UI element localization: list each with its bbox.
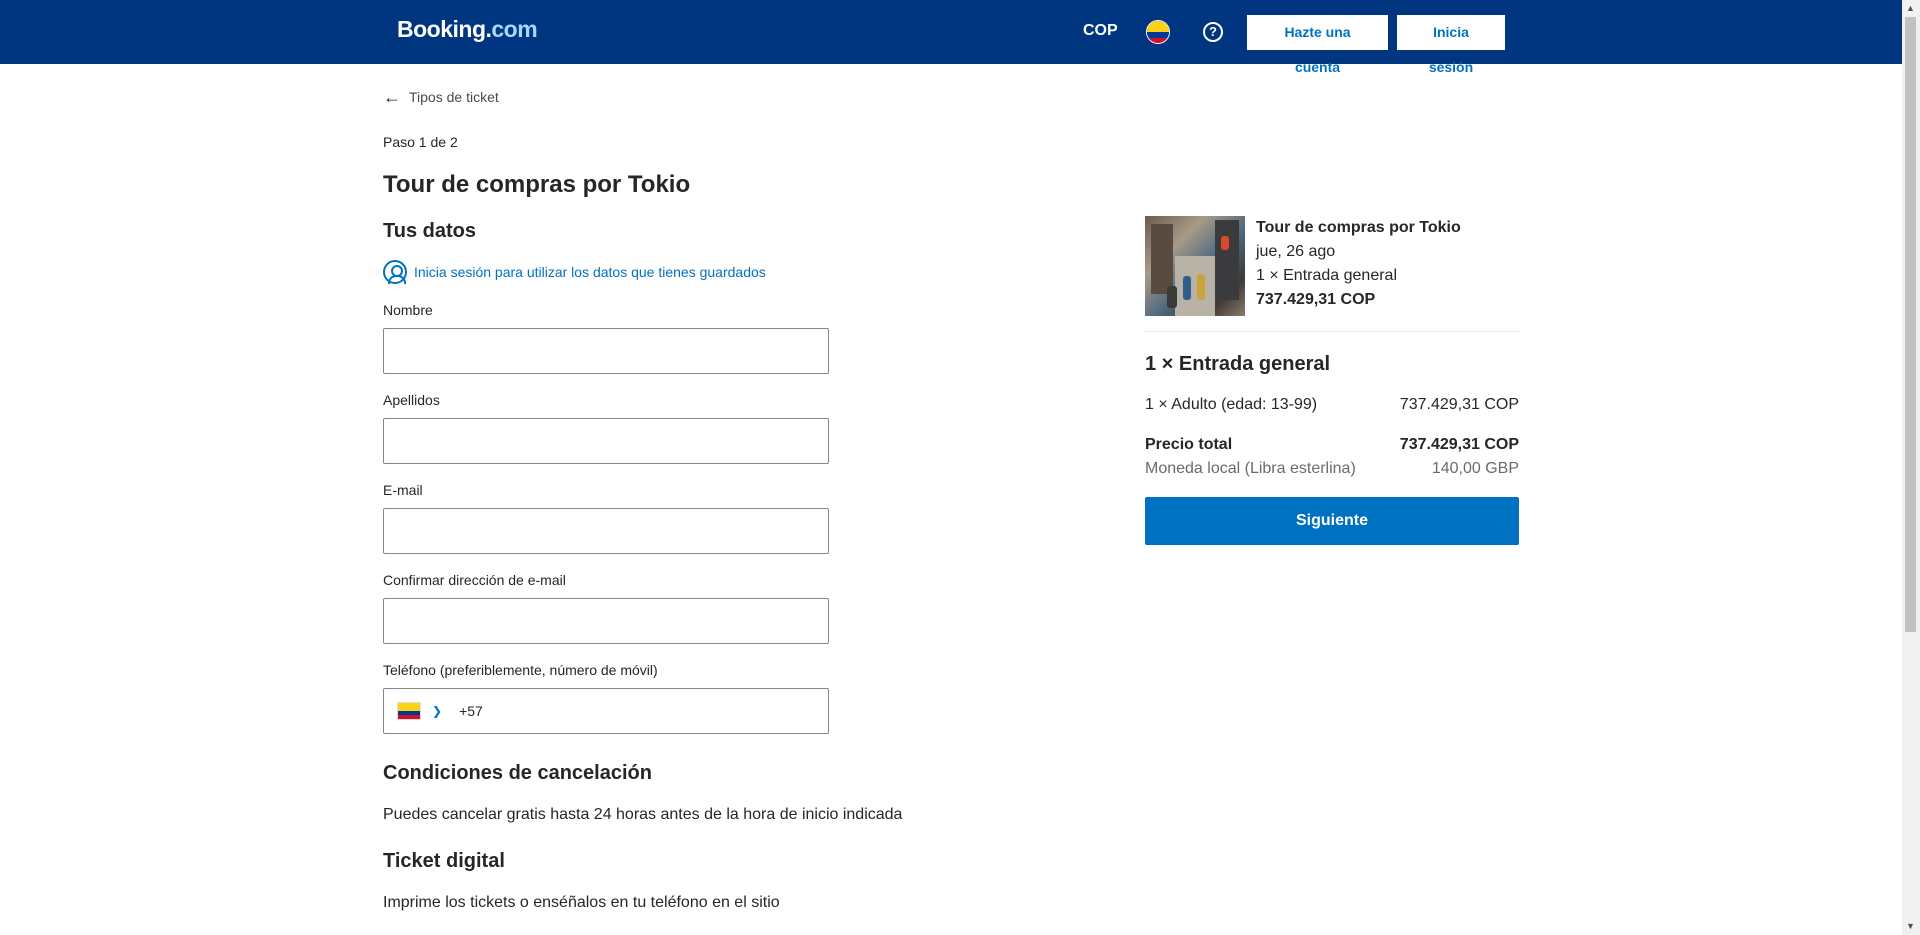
total-value: 737.429,31 COP [1399, 436, 1519, 453]
signin-saved-data-label: Inicia sesión para utilizar los datos qu… [414, 264, 766, 280]
local-currency-row: Moneda local (Libra esterlina) 140,00 GB… [1145, 460, 1519, 478]
colombia-flag-icon[interactable] [397, 702, 421, 720]
phone-field[interactable]: ❯ +57 [383, 688, 829, 734]
chevron-down-icon[interactable]: ❯ [432, 704, 442, 718]
local-currency-label: Moneda local (Libra esterlina) [1145, 460, 1356, 477]
register-button[interactable]: Hazte una cuenta [1247, 15, 1388, 75]
question-circle-icon[interactable]: ? [1203, 22, 1223, 42]
signin-saved-data-link[interactable]: Inicia sesión para utilizar los datos qu… [383, 260, 766, 284]
digital-ticket-title: Ticket digital [383, 850, 505, 872]
ticket-heading: 1 × Entrada general [1145, 353, 1331, 375]
summary-ticket-line: 1 × Entrada general [1256, 267, 1397, 284]
first-name-field[interactable] [383, 328, 829, 374]
last-name-label: Apellidos [383, 392, 440, 408]
tour-thumbnail [1145, 216, 1245, 316]
adult-price: 737.429,31 COP [1399, 396, 1519, 413]
logo-com: com [491, 16, 538, 42]
top-header: Booking.com COP ? Hazte una cuenta Inici… [0, 0, 1902, 75]
logo-text: Booking [397, 16, 486, 42]
step-indicator: Paso 1 de 2 [383, 134, 458, 150]
phone-country-code: +57 [459, 703, 483, 719]
scrollbar-thumb[interactable] [1905, 17, 1916, 632]
digital-ticket-text: Imprime los tickets o enséñalos en tu te… [383, 894, 780, 911]
summary-price: 737.429,31 COP [1256, 291, 1376, 308]
arrow-left-icon: ← [383, 87, 401, 107]
next-button[interactable]: Siguiente [1145, 497, 1519, 545]
colombia-flag-icon[interactable] [1146, 20, 1170, 44]
adult-label: 1 × Adulto (edad: 13-99) [1145, 396, 1318, 413]
last-name-field[interactable] [383, 418, 829, 464]
confirm-email-field[interactable] [383, 598, 829, 644]
phone-label: Teléfono (preferiblemente, número de móv… [383, 662, 658, 678]
cancellation-text: Puedes cancelar gratis hasta 24 horas an… [383, 806, 903, 823]
currency-selector[interactable]: COP [1083, 22, 1118, 40]
email-label: E-mail [383, 482, 423, 498]
scroll-up-icon[interactable]: ▲ [1906, 3, 1915, 13]
adult-price-row: 1 × Adulto (edad: 13-99) 737.429,31 COP [1145, 396, 1519, 414]
summary-date: jue, 26 ago [1256, 243, 1336, 260]
cancellation-title: Condiciones de cancelación [383, 762, 652, 784]
local-currency-value: 140,00 GBP [1431, 460, 1519, 477]
email-field[interactable] [383, 508, 829, 554]
section-title-details: Tus datos [383, 220, 476, 242]
back-link-label: Tipos de ticket [409, 89, 499, 105]
summary-title: Tour de compras por Tokio [1256, 219, 1461, 236]
total-price-row: Precio total 737.429,31 COP [1145, 436, 1519, 454]
scroll-down-icon[interactable]: ▼ [1906, 921, 1915, 931]
back-link[interactable]: ← Tipos de ticket [383, 87, 499, 107]
user-circle-icon [383, 260, 407, 284]
booking-logo[interactable]: Booking.com [397, 16, 538, 43]
total-label: Precio total [1145, 436, 1233, 453]
summary-divider [1145, 331, 1519, 332]
confirm-email-label: Confirmar dirección de e-mail [383, 572, 566, 588]
page-title: Tour de compras por Tokio [383, 171, 691, 198]
login-button[interactable]: Inicia sesión [1397, 15, 1505, 75]
first-name-label: Nombre [383, 302, 433, 318]
